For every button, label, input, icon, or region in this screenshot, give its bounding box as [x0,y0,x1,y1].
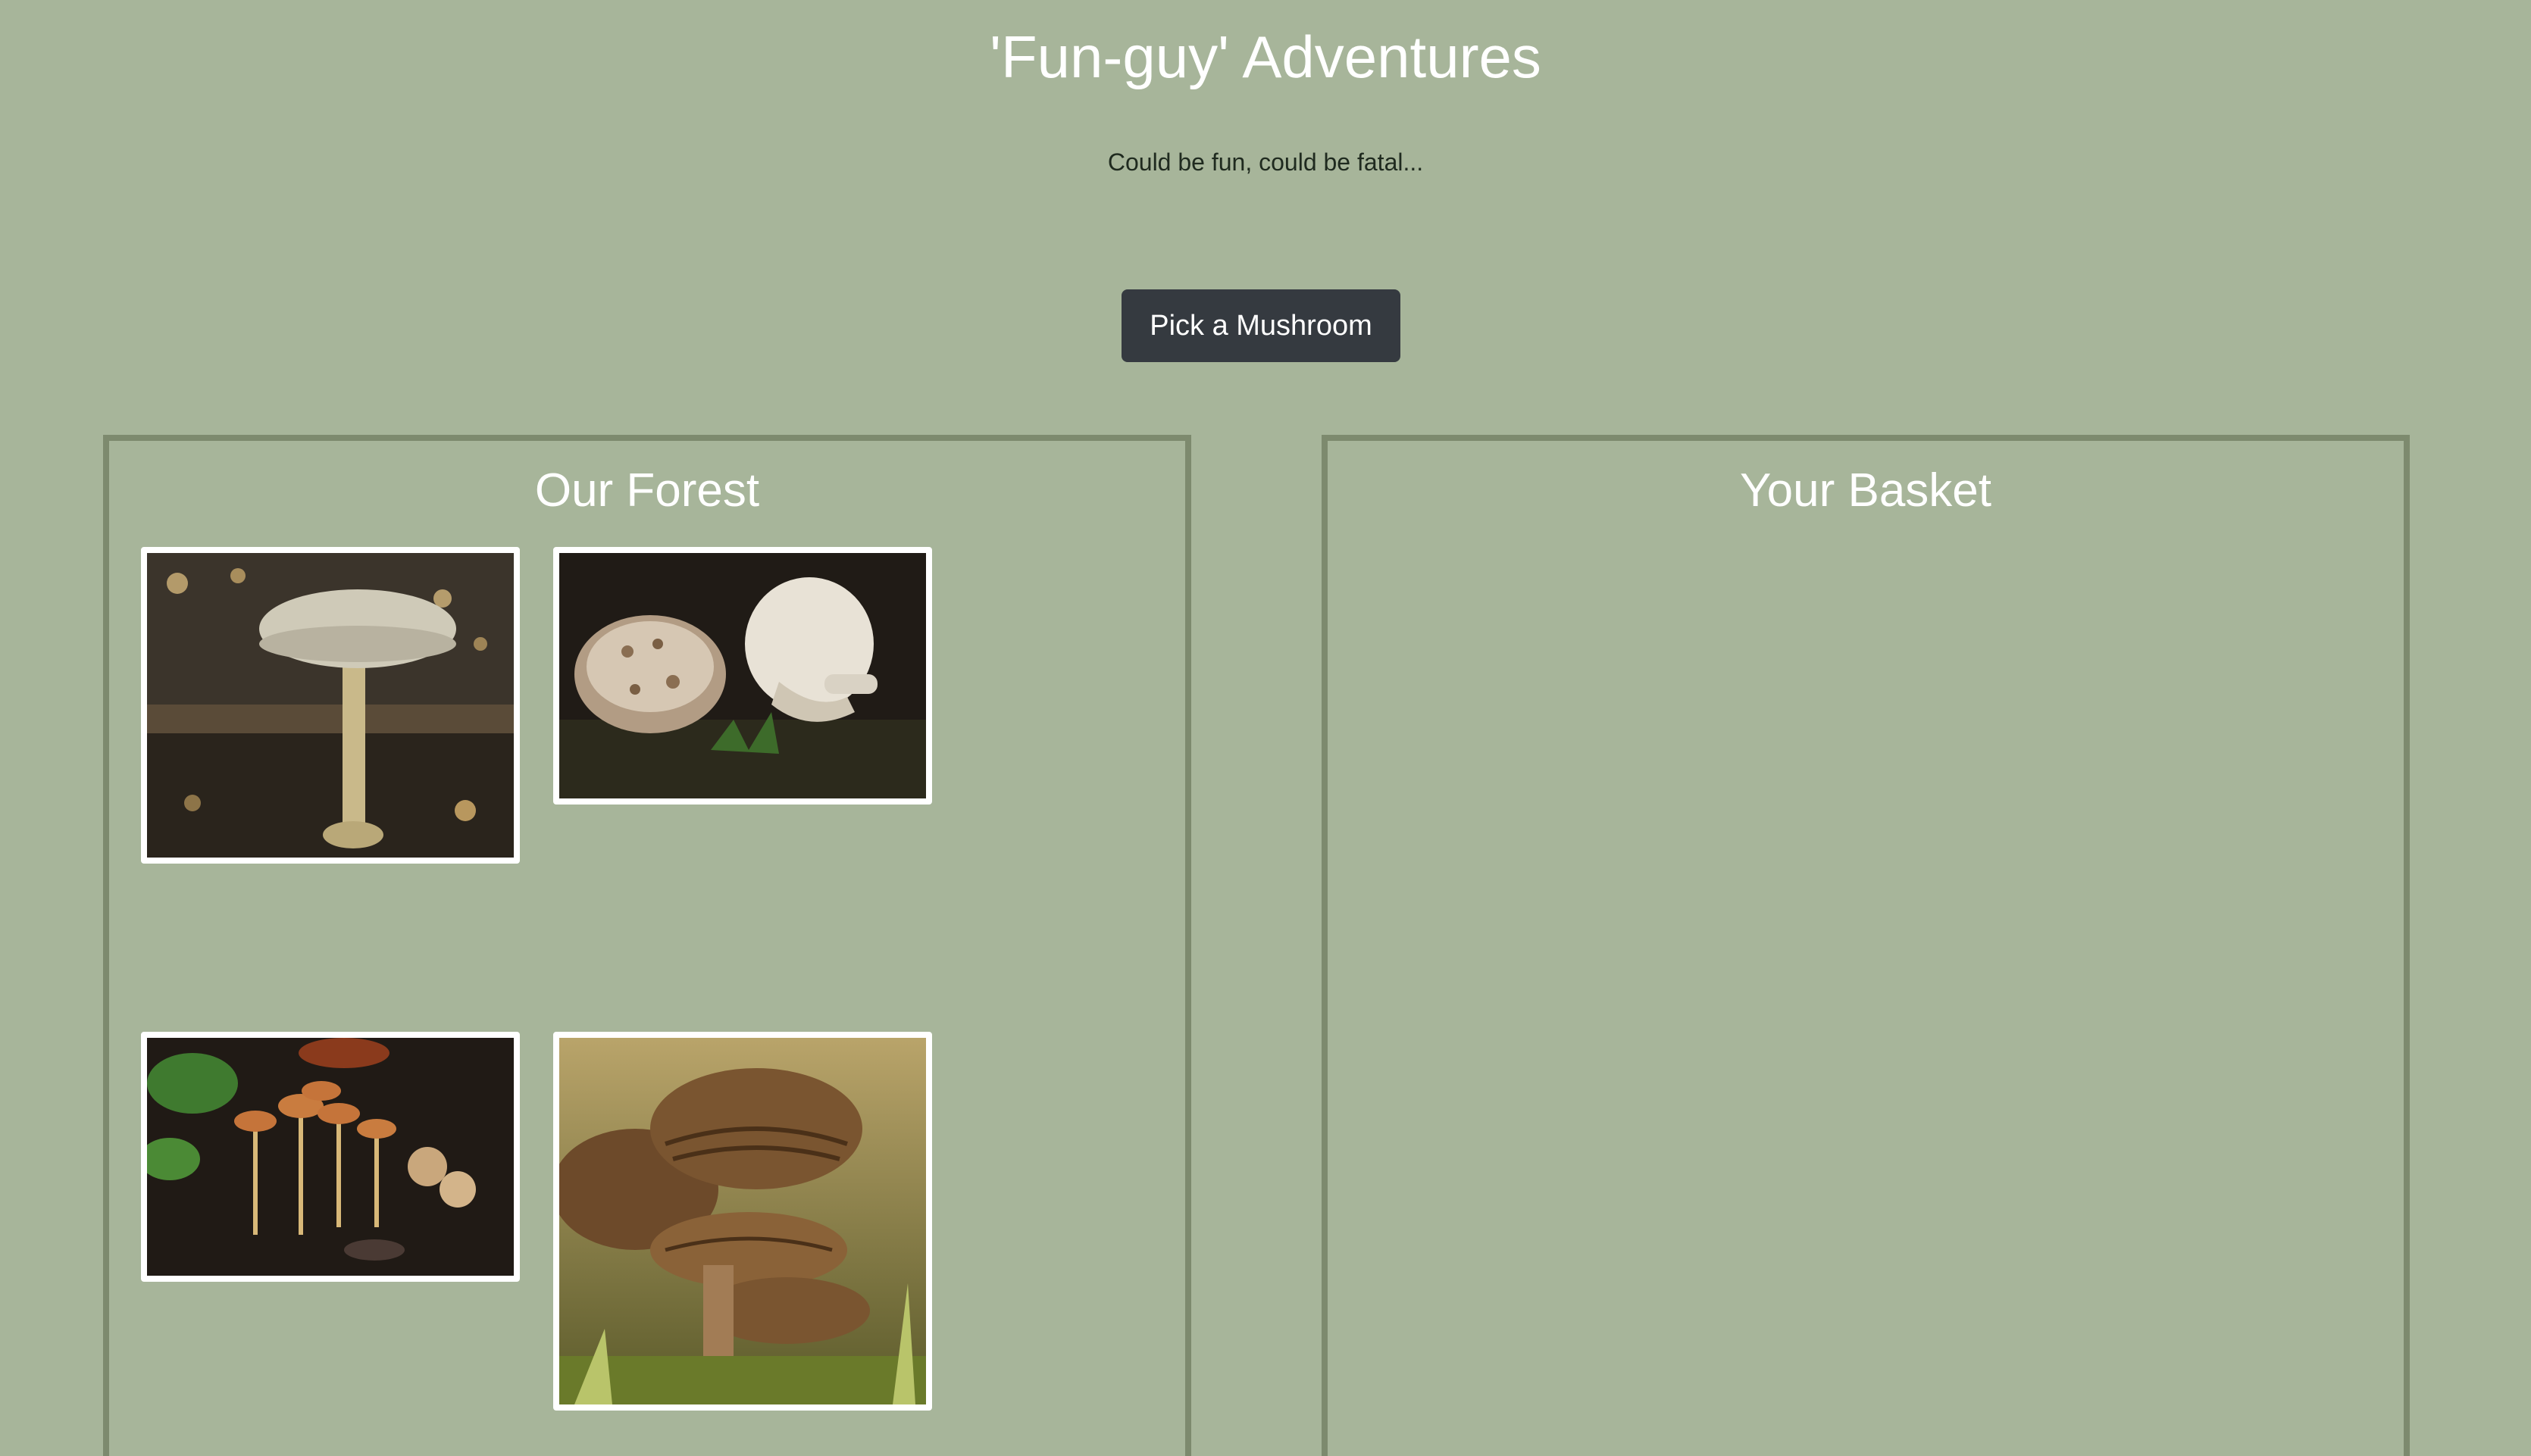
page: 'Fun-guy' Adventures Could be fun, could… [0,0,2531,1456]
forest-heading: Our Forest [534,464,760,517]
mushroom-tile-2[interactable] [553,547,932,805]
forest-panel: Our Forest [103,435,1191,1456]
mushroom-tile-3[interactable] [141,1032,520,1282]
pale-mushrooms-photo [559,553,926,798]
page-title: 'Fun-guy' Adventures [990,23,1541,90]
mushroom-tile-1[interactable] [141,547,520,864]
death-cap-photo [147,553,514,858]
pick-mushroom-button[interactable]: Pick a Mushroom [1122,289,1400,362]
page-tagline: Could be fun, could be fatal... [1107,148,1424,176]
mushroom-tile-4[interactable] [553,1032,932,1411]
brown-gilled-photo [559,1038,926,1404]
orange-cluster-photo [147,1038,514,1276]
basket-heading: Your Basket [1739,464,1992,517]
basket-panel: Your Basket [1322,435,2410,1456]
